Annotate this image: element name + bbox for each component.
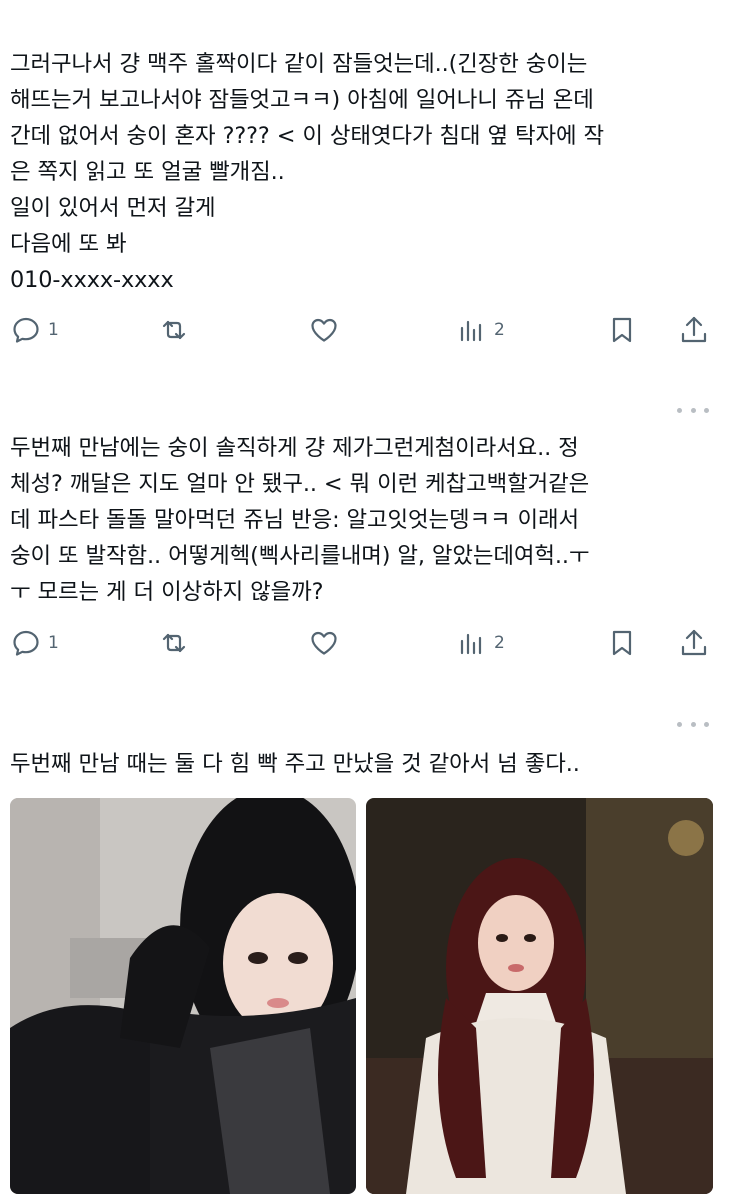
photo-woman-black-sweater [10,798,356,1194]
tweet-text: 두번째 만남 때는 둘 다 힘 빡 주고 만났을 것 같아서 넘 좋다.. [10,751,580,777]
more-icon [677,721,682,727]
more-button[interactable] [677,720,709,728]
photo-woman-white-sweater [366,798,713,1194]
tweet-photo-1[interactable] [10,798,356,1194]
tweet-photo-2[interactable] [366,798,713,1194]
tweet-3: 두번째 만남 때는 둘 다 힘 빡 주고 만났을 것 같아서 넘 좋다.. [0,0,733,1199]
